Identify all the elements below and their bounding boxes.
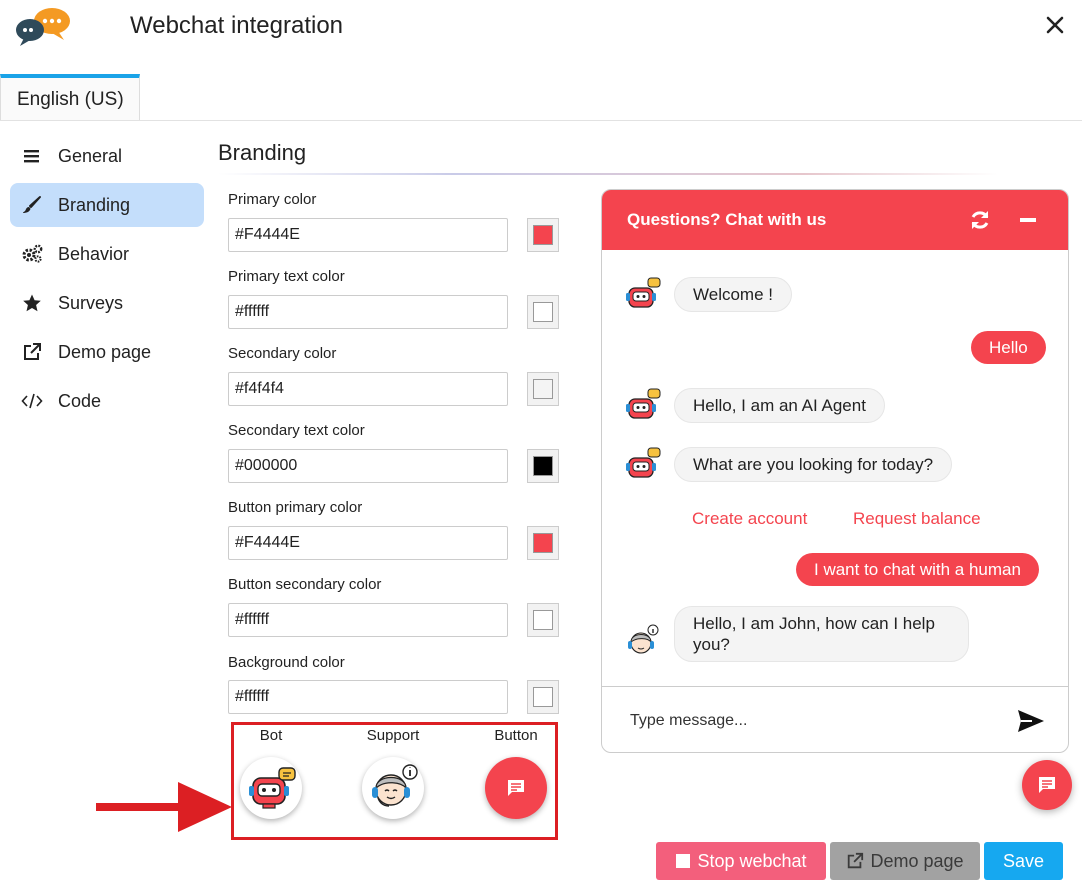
header: Webchat integration (0, 0, 1082, 56)
sidebar-item-general[interactable]: General (10, 134, 204, 178)
sidebar-item-behavior[interactable]: Behavior (10, 232, 204, 276)
chat-title: Questions? Chat with us (627, 210, 827, 229)
sidebar-item-label: General (58, 145, 123, 166)
background-color-input[interactable] (228, 680, 508, 714)
color-swatch (533, 225, 553, 245)
refresh-icon[interactable] (968, 208, 992, 232)
bot-avatar-icon (626, 388, 661, 419)
annotation-arrow-icon (96, 782, 232, 832)
chat-message-support: Hello, I am John, how can I help you? (674, 606, 969, 662)
primary-color-picker[interactable] (527, 218, 559, 252)
secondary-color-picker[interactable] (527, 372, 559, 406)
sidebar-item-demo-page[interactable]: Demo page (10, 330, 204, 374)
color-swatch (533, 687, 553, 707)
stop-icon (675, 853, 691, 869)
support-avatar-picker[interactable] (362, 757, 424, 819)
primary-text-color-picker[interactable] (527, 295, 559, 329)
demo-page-button[interactable]: Demo page (830, 842, 980, 880)
secondary-text-color-label: Secondary text color (228, 422, 365, 439)
send-icon[interactable] (1016, 708, 1046, 734)
message-icon (508, 780, 524, 796)
button-primary-color-picker[interactable] (527, 526, 559, 560)
minimize-icon[interactable] (1016, 208, 1040, 232)
secondary-color-label: Secondary color (228, 345, 337, 362)
primary-color-label: Primary color (228, 191, 317, 208)
button-secondary-color-label: Button secondary color (228, 576, 382, 593)
sidebar-item-code[interactable]: Code (10, 379, 204, 423)
chat-preview-window: Questions? Chat with us Welcome ! Hello … (601, 189, 1069, 753)
code-icon (20, 391, 44, 411)
quick-reply-create-account[interactable]: Create account (692, 509, 807, 529)
chat-message-user: Hello (971, 331, 1046, 364)
message-icon (1039, 777, 1055, 793)
button-avatar-label: Button (494, 727, 538, 744)
star-icon (20, 293, 44, 313)
color-swatch (533, 379, 553, 399)
color-swatch (533, 302, 553, 322)
bot-avatar-picker[interactable] (240, 757, 302, 819)
bot-avatar-icon (626, 277, 661, 308)
chat-header: Questions? Chat with us (602, 190, 1068, 250)
chat-message-bot: Welcome ! (674, 277, 792, 312)
external-link-icon (846, 852, 864, 870)
sidebar-item-label: Branding (58, 194, 131, 215)
background-color-picker[interactable] (527, 680, 559, 714)
save-button[interactable]: Save (984, 842, 1063, 880)
section-title: Branding (218, 140, 307, 165)
stop-webchat-button[interactable]: Stop webchat (656, 842, 826, 880)
sidebar-item-label: Code (58, 390, 102, 411)
chat-message-bot: Hello, I am an AI Agent (674, 388, 885, 423)
secondary-text-color-picker[interactable] (527, 449, 559, 483)
sidebar-item-label: Demo page (58, 341, 152, 362)
color-swatch (533, 456, 553, 476)
support-avatar-icon (628, 624, 659, 654)
chat-input-divider (602, 686, 1068, 687)
support-agent-avatar-icon (372, 764, 418, 807)
background-color-label: Background color (228, 654, 345, 671)
bot-avatar-label: Bot (259, 727, 283, 744)
secondary-text-color-input[interactable] (228, 449, 508, 483)
stop-webchat-label: Stop webchat (697, 850, 807, 871)
sidebar-item-label: Behavior (58, 243, 130, 264)
sidebar-item-label: Surveys (58, 292, 124, 313)
color-swatch (533, 610, 553, 630)
primary-text-color-input[interactable] (228, 295, 508, 329)
sidebar-item-branding[interactable]: Branding (10, 183, 204, 227)
secondary-color-input[interactable] (228, 372, 508, 406)
tab-language-english[interactable]: English (US) (0, 74, 140, 120)
section-divider (218, 173, 998, 175)
primary-color-input[interactable] (228, 218, 508, 252)
color-swatch (533, 533, 553, 553)
external-link-icon (20, 342, 44, 362)
button-primary-color-label: Button primary color (228, 499, 363, 516)
robot-avatar-icon (249, 767, 296, 809)
gears-icon (20, 244, 44, 264)
close-icon[interactable] (1042, 12, 1068, 38)
button-secondary-color-picker[interactable] (527, 603, 559, 637)
quick-reply-request-balance[interactable]: Request balance (853, 509, 981, 529)
chat-bubbles-logo-icon (16, 8, 70, 46)
chat-message-bot: What are you looking for today? (674, 447, 953, 482)
chat-message-input[interactable] (618, 702, 998, 740)
bot-avatar-icon (626, 447, 661, 478)
demo-page-label: Demo page (870, 850, 964, 871)
tab-divider (0, 120, 1082, 121)
primary-text-color-label: Primary text color (228, 268, 345, 285)
chat-button-picker[interactable] (485, 757, 547, 819)
brush-icon (20, 195, 44, 215)
sidebar-item-surveys[interactable]: Surveys (10, 281, 204, 325)
chat-message-user: I want to chat with a human (796, 553, 1039, 586)
button-primary-color-input[interactable] (228, 526, 508, 560)
support-avatar-label: Support (366, 727, 420, 744)
floating-chat-button[interactable] (1022, 760, 1072, 810)
page-title: Webchat integration (130, 12, 344, 39)
button-secondary-color-input[interactable] (228, 603, 508, 637)
bars-icon (20, 146, 44, 166)
